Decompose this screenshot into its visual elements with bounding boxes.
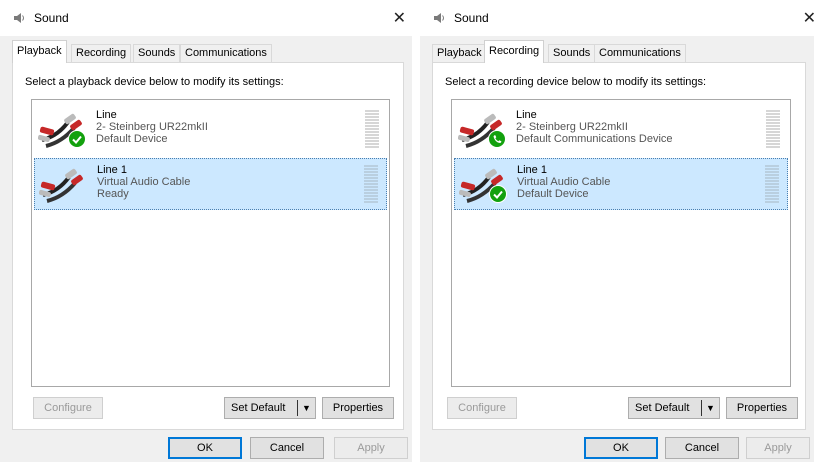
cancel-button[interactable]: Cancel <box>665 437 739 459</box>
properties-button[interactable]: Properties <box>322 397 394 419</box>
tab-recording[interactable]: Recording <box>71 44 132 62</box>
tab-communications[interactable]: Communications <box>594 44 686 62</box>
device-name: Line 1 <box>97 164 127 176</box>
tab-playback[interactable]: Playback <box>432 44 487 62</box>
device-driver: Virtual Audio Cable <box>517 176 611 188</box>
device-driver: 2- Steinberg UR22mkII <box>96 121 208 133</box>
device-driver: Virtual Audio Cable <box>97 176 191 188</box>
split-divider <box>297 400 298 416</box>
device-item-line-1[interactable]: Line 1 Virtual Audio Cable Default Devic… <box>454 158 788 210</box>
ok-button[interactable]: OK <box>168 437 242 459</box>
split-divider <box>701 400 702 416</box>
device-status: Ready <box>97 188 129 200</box>
dropdown-arrow-icon[interactable]: ▼ <box>302 398 311 418</box>
set-default-label: Set Default <box>231 402 286 414</box>
window-title: Sound <box>34 11 69 25</box>
device-status: Default Device <box>517 188 589 200</box>
device-status: Default Communications Device <box>516 133 673 145</box>
apply-button[interactable]: Apply <box>334 437 408 459</box>
check-icon <box>68 130 86 148</box>
sound-dialog-playback: Sound ✕ Playback Recording Sounds Commun… <box>0 0 412 462</box>
close-icon[interactable]: ✕ <box>803 8 814 28</box>
configure-button[interactable]: Configure <box>447 397 517 419</box>
tab-panel: Select a recording device below to modif… <box>432 62 806 430</box>
tab-sounds[interactable]: Sounds <box>133 44 181 62</box>
apply-button[interactable]: Apply <box>746 437 810 459</box>
level-meter <box>364 165 378 203</box>
instruction-text: Select a playback device below to modify… <box>25 76 284 88</box>
level-meter <box>766 110 780 148</box>
device-item-line-1[interactable]: Line 1 Virtual Audio Cable Ready <box>34 158 387 210</box>
tab-communications[interactable]: Communications <box>180 44 272 62</box>
set-default-label: Set Default <box>635 402 690 414</box>
device-list[interactable]: Line 2- Steinberg UR22mkII Default Devic… <box>31 99 390 387</box>
device-name: Line 1 <box>517 164 547 176</box>
phone-icon <box>488 130 506 148</box>
device-name: Line <box>516 109 537 121</box>
set-default-button[interactable]: Set Default ▼ <box>224 397 316 419</box>
device-driver: 2- Steinberg UR22mkII <box>516 121 628 133</box>
tab-recording[interactable]: Recording <box>484 40 545 63</box>
set-default-button[interactable]: Set Default ▼ <box>628 397 720 419</box>
device-item-line[interactable]: Line 2- Steinberg UR22mkII Default Commu… <box>454 104 788 156</box>
level-meter <box>765 165 779 203</box>
window-title: Sound <box>454 11 489 25</box>
title-bar: Sound ✕ <box>0 0 412 36</box>
check-icon <box>489 185 507 203</box>
close-icon[interactable]: ✕ <box>393 8 406 28</box>
tab-playback[interactable]: Playback <box>12 40 67 63</box>
device-status: Default Device <box>96 133 168 145</box>
title-bar: Sound ✕ <box>420 0 814 36</box>
instruction-text: Select a recording device below to modif… <box>445 76 707 88</box>
sound-dialog-recording: Sound ✕ Playback Recording Sounds Commun… <box>420 0 814 462</box>
cancel-button[interactable]: Cancel <box>250 437 324 459</box>
speaker-icon <box>14 13 24 23</box>
tab-panel: Select a playback device below to modify… <box>12 62 404 430</box>
level-meter <box>365 110 379 148</box>
properties-button[interactable]: Properties <box>726 397 798 419</box>
tab-sounds[interactable]: Sounds <box>548 44 596 62</box>
configure-button[interactable]: Configure <box>33 397 103 419</box>
dropdown-arrow-icon[interactable]: ▼ <box>706 398 715 418</box>
speaker-icon <box>434 13 444 23</box>
device-item-line[interactable]: Line 2- Steinberg UR22mkII Default Devic… <box>34 104 387 156</box>
device-list[interactable]: Line 2- Steinberg UR22mkII Default Commu… <box>451 99 791 387</box>
ok-button[interactable]: OK <box>584 437 658 459</box>
device-name: Line <box>96 109 117 121</box>
rca-cable-icon <box>39 168 83 203</box>
